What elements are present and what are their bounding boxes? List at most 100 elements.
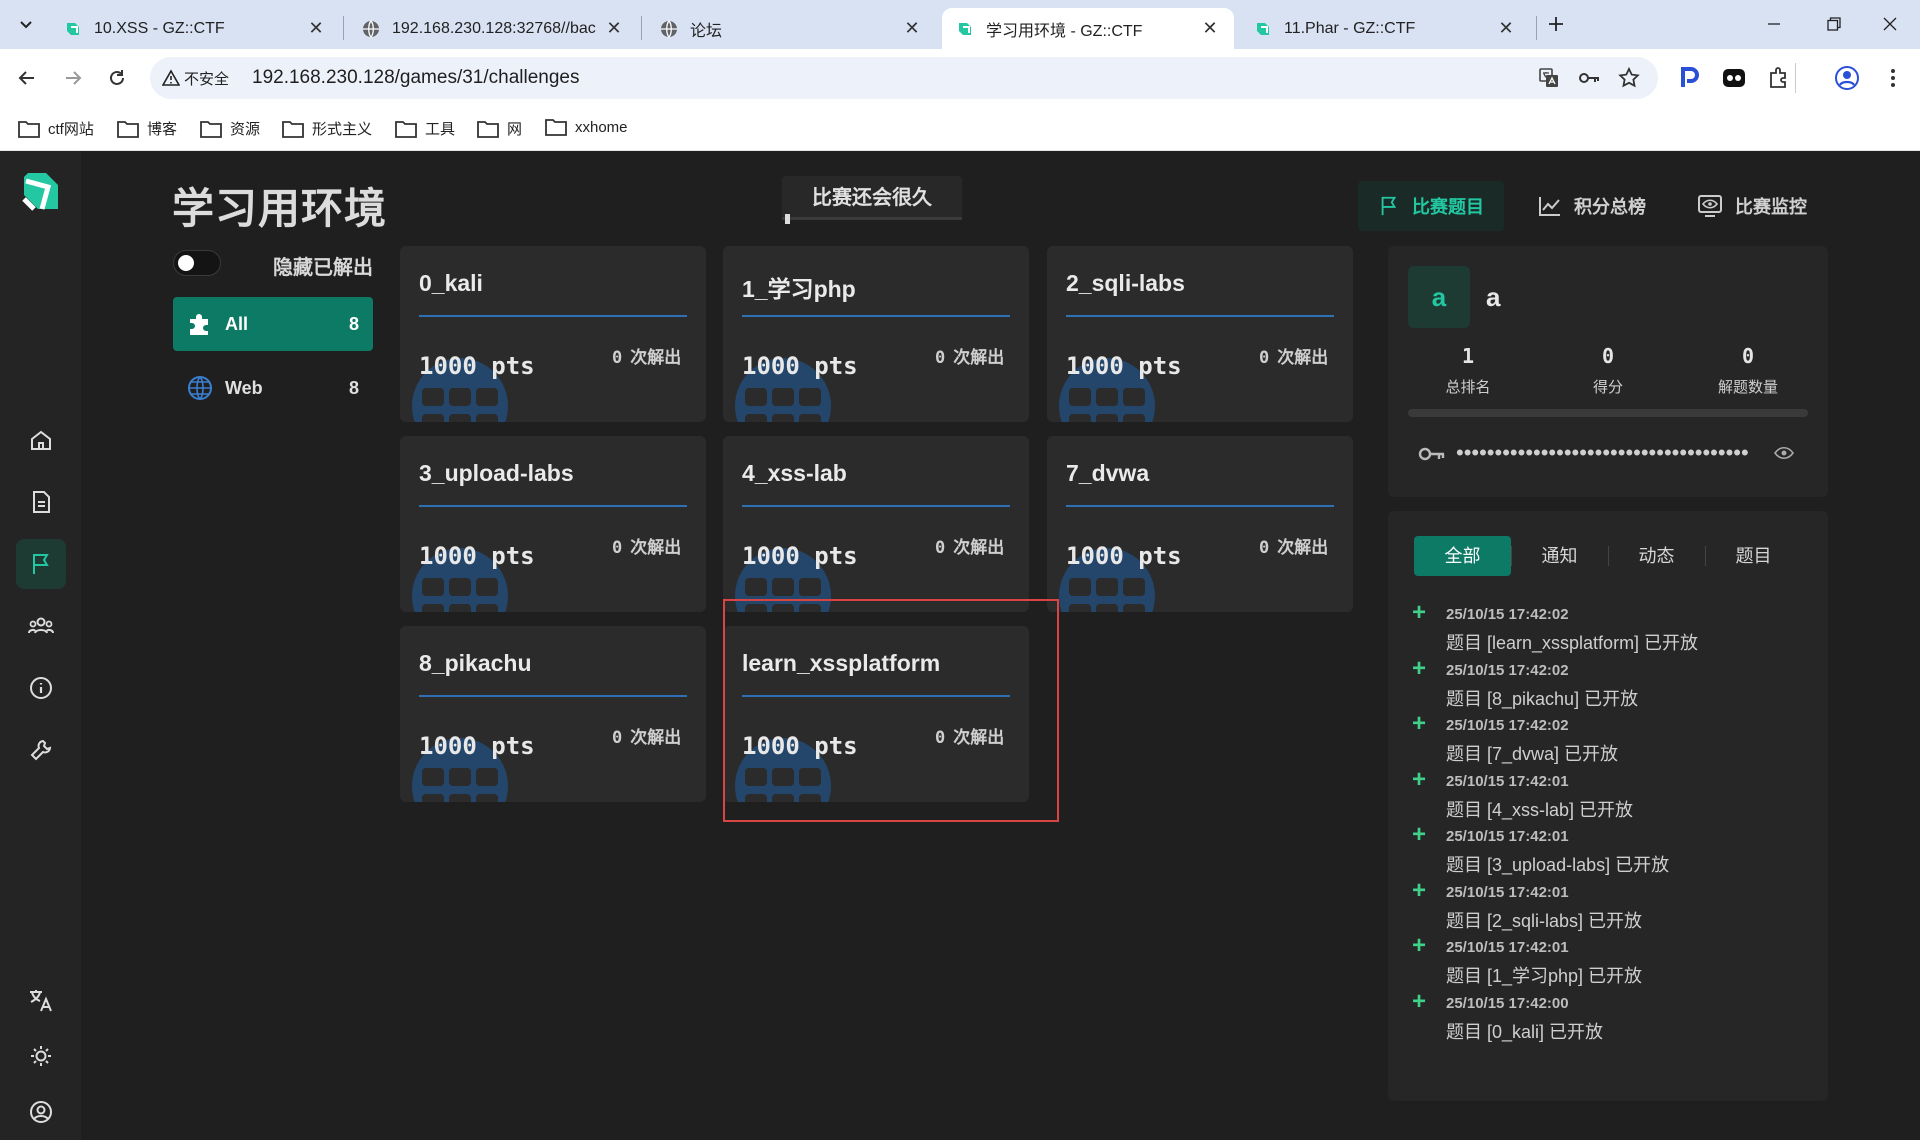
home-icon[interactable]: [16, 415, 66, 465]
nav-monitor[interactable]: 比赛监控: [1677, 181, 1827, 231]
browser-tab[interactable]: 论坛 ✕: [646, 8, 936, 49]
close-icon[interactable]: ✕: [1200, 18, 1220, 39]
tab-all[interactable]: 全部: [1414, 536, 1511, 576]
bookmarks-bar: ctf网站 博客 资源 形式主义 工具 网 xxhome: [0, 108, 1920, 151]
tab-title: 11.Phar - GZ::CTF: [1284, 19, 1416, 37]
bookmark-folder[interactable]: ctf网站: [18, 118, 94, 139]
bookmark-folder[interactable]: 网: [477, 118, 522, 139]
plus-icon: +: [1412, 599, 1427, 626]
browser-tab-active[interactable]: 学习用环境 - GZ::CTF ✕: [942, 8, 1234, 49]
solves-count: 0: [1259, 538, 1270, 558]
challenge-card[interactable]: 2_sqli-labs 1000 pts 0 次解出: [1047, 246, 1353, 422]
notice-text: 题目 [learn_xssplatform] 已开放: [1446, 633, 1699, 653]
bookmark-folder[interactable]: 博客: [117, 118, 177, 139]
wrench-icon[interactable]: [16, 725, 66, 775]
flag-icon: [1381, 196, 1397, 216]
bookmark-folder[interactable]: 工具: [395, 118, 455, 139]
security-chip[interactable]: 不安全: [162, 65, 229, 91]
challenge-card[interactable]: 7_dvwa 1000 pts 0 次解出: [1047, 436, 1353, 612]
reload-button[interactable]: [98, 59, 136, 97]
new-tab-button[interactable]: [1542, 10, 1570, 38]
close-icon[interactable]: ✕: [306, 18, 326, 39]
team-token-masked[interactable]: ••••••••••••••••••••••••••••••••••••••: [1456, 440, 1749, 466]
stat-rank: 1 总排名: [1408, 344, 1528, 397]
close-icon[interactable]: ✕: [902, 18, 922, 39]
close-icon[interactable]: ✕: [604, 18, 624, 39]
bookmark-folder[interactable]: 资源: [200, 118, 260, 139]
plus-icon: +: [1412, 710, 1427, 737]
star-icon[interactable]: [1617, 66, 1641, 90]
avatar[interactable]: a: [1408, 266, 1470, 328]
notice-text: 题目 [8_pikachu] 已开放: [1446, 688, 1639, 709]
restore-button[interactable]: [1814, 6, 1854, 42]
filter-count: 8: [348, 313, 359, 334]
challenge-divider: [1066, 505, 1334, 507]
tab-search-button[interactable]: [12, 10, 40, 38]
forward-button[interactable]: [54, 59, 92, 97]
nav-scoreboard[interactable]: 积分总榜: [1518, 181, 1666, 231]
rank-value: 1: [1461, 344, 1475, 368]
team-name: a: [1486, 282, 1501, 312]
tab-divider: [641, 16, 642, 40]
notice-time: 25/10/15 17:42:01: [1446, 883, 1569, 901]
teams-icon[interactable]: [16, 601, 66, 651]
challenge-card[interactable]: 3_upload-labs 1000 pts 0 次解出: [400, 436, 706, 612]
security-label: 不安全: [184, 70, 230, 88]
extension-app-icon[interactable]: [1721, 65, 1747, 91]
bookmark-folder[interactable]: 形式主义: [282, 118, 372, 139]
browser-menu-icon[interactable]: [1880, 65, 1906, 91]
url-text[interactable]: 192.168.230.128/games/31/challenges: [252, 67, 579, 89]
challenge-solves: 0 次解出: [612, 343, 681, 368]
globe-favicon: [661, 20, 677, 37]
theme-sun-icon[interactable]: [16, 1031, 66, 1081]
document-icon[interactable]: [16, 477, 66, 527]
extension-p-icon[interactable]: [1676, 65, 1702, 91]
browser-tab[interactable]: 10.XSS - GZ::CTF ✕: [50, 8, 340, 49]
flag-icon[interactable]: [16, 539, 66, 589]
close-icon: [1883, 17, 1897, 31]
challenge-card[interactable]: 0_kali 1000 pts 0 次解出: [400, 246, 706, 422]
tab-notices[interactable]: 通知: [1511, 536, 1608, 576]
challenge-card[interactable]: 8_pikachu 1000 pts 0 次解出: [400, 626, 706, 802]
solves-count: 0: [935, 538, 946, 558]
close-icon[interactable]: ✕: [1496, 18, 1516, 39]
tab-challenges[interactable]: 题目: [1705, 536, 1802, 576]
plus-icon: +: [1412, 987, 1427, 1015]
tab-events[interactable]: 动态: [1608, 536, 1705, 576]
nav-challenges[interactable]: 比赛题目: [1358, 181, 1504, 231]
eye-icon[interactable]: [1774, 446, 1794, 460]
notice-tabs: 全部 通知 动态 题目: [1414, 536, 1802, 576]
minimize-button[interactable]: [1754, 6, 1794, 42]
solves-count: 0: [612, 538, 623, 558]
key-icon[interactable]: [1577, 66, 1601, 90]
filter-all[interactable]: All 8: [173, 297, 373, 351]
filter-web[interactable]: Web 8: [173, 361, 373, 415]
team-info-panel: a a 1 总排名 0 得分 0 解题数量 ••••••••••••••••••…: [1388, 246, 1828, 497]
challenge-divider: [419, 505, 687, 507]
close-window-button[interactable]: [1870, 6, 1910, 42]
challenge-divider: [742, 505, 1010, 507]
stat-solved: 0 解题数量: [1688, 344, 1808, 397]
countdown-progress: [782, 217, 962, 220]
challenge-card[interactable]: 1_学习php 1000 pts 0 次解出: [723, 246, 1029, 422]
hide-solved-toggle[interactable]: [173, 250, 221, 276]
notice-text: 题目 [0_kali] 已开放: [1446, 1021, 1604, 1042]
gzctf-favicon: [1257, 22, 1269, 35]
translate-icon[interactable]: [1537, 66, 1561, 90]
browser-tab[interactable]: 11.Phar - GZ::CTF ✕: [1240, 8, 1530, 49]
bookmark-label: ctf网站: [48, 121, 94, 138]
browser-tab[interactable]: 192.168.230.128:32768//back ✕: [348, 8, 638, 49]
profile-icon[interactable]: [1834, 65, 1860, 91]
challenge-card[interactable]: 4_xss-lab 1000 pts 0 次解出: [723, 436, 1029, 612]
puzzle-extensions-icon[interactable]: [1766, 65, 1792, 91]
bookmark-folder[interactable]: xxhome: [545, 118, 628, 136]
challenge-points: 1000 pts: [1066, 542, 1182, 570]
user-circle-icon[interactable]: [16, 1087, 66, 1137]
address-bar[interactable]: 不安全 192.168.230.128/games/31/challenges: [150, 57, 1658, 99]
language-icon[interactable]: [16, 975, 66, 1025]
info-icon[interactable]: [16, 663, 66, 713]
gzctf-favicon: [67, 22, 79, 35]
hide-solved-label: 隐藏已解出: [273, 257, 373, 279]
gzctf-logo-icon[interactable]: [18, 169, 64, 215]
back-button[interactable]: [8, 59, 46, 97]
